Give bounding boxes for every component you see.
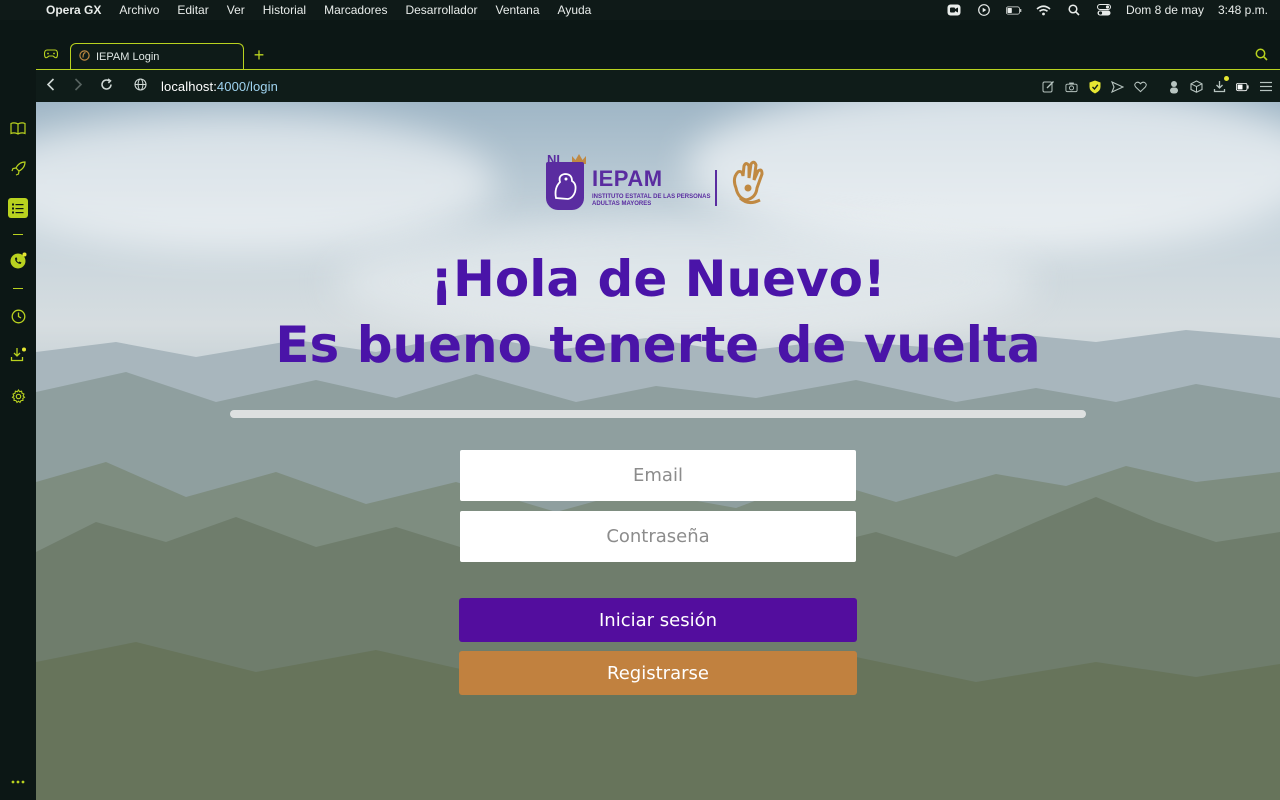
new-tab-button[interactable]: +: [250, 46, 268, 64]
battery-saver-icon[interactable]: [1236, 80, 1249, 93]
control-center-icon[interactable]: [1096, 4, 1112, 16]
edit-page-icon[interactable]: [1042, 80, 1055, 93]
sidebar-rocket-icon[interactable]: [9, 159, 27, 177]
login-button[interactable]: Iniciar sesión: [459, 598, 857, 642]
url-host: localhost:: [161, 78, 217, 94]
extensions-cube-icon[interactable]: [1190, 80, 1203, 93]
sidebar-more-icon[interactable]: [9, 773, 27, 791]
greeting-subtitle: Es bueno tenerte de vuelta: [275, 316, 1041, 374]
menu-editar[interactable]: Editar: [177, 3, 208, 17]
menu-ventana[interactable]: Ventana: [495, 3, 539, 17]
battery-icon[interactable]: [1005, 4, 1022, 16]
sidebar-downloads-icon[interactable]: [9, 345, 27, 363]
address-bar-row: localhost:4000/login: [36, 69, 1280, 102]
tab-title: IEPAM Login: [96, 51, 160, 63]
menu-ver[interactable]: Ver: [227, 3, 245, 17]
tab-iepam-login[interactable]: IEPAM Login: [70, 43, 244, 70]
send-icon[interactable]: [1111, 80, 1124, 93]
play-status-icon[interactable]: [976, 4, 992, 16]
easy-setup-menu-icon[interactable]: [1259, 80, 1272, 93]
register-button[interactable]: Registrarse: [459, 651, 857, 695]
menu-date[interactable]: Dom 8 de may: [1126, 3, 1204, 17]
greeting-title: ¡Hola de Nuevo!: [430, 250, 886, 308]
email-input[interactable]: [460, 450, 856, 501]
sidebar-divider: [13, 234, 23, 235]
menu-marcadores[interactable]: Marcadores: [324, 3, 387, 17]
menu-archivo[interactable]: Archivo: [119, 3, 159, 17]
menu-desarrollador[interactable]: Desarrollador: [405, 3, 477, 17]
logo-separator: [715, 170, 717, 206]
menu-ayuda[interactable]: Ayuda: [558, 3, 592, 17]
login-page: NL IEPAM INSTITUTO ESTATAL DE LAS PERSON…: [36, 102, 1280, 800]
opera-sidebar: [0, 42, 36, 800]
back-button[interactable]: [36, 78, 64, 94]
logo-title: IEPAM: [592, 166, 663, 191]
decorative-divider-bar: [230, 410, 1086, 418]
wifi-icon[interactable]: [1036, 4, 1052, 16]
vpn-shield-icon[interactable]: [1088, 80, 1101, 93]
tab-search-icon[interactable]: [1255, 48, 1268, 64]
macos-menu-bar: Opera GX Archivo Editar Ver Historial Ma…: [0, 0, 1280, 20]
logo-hand-icon: [732, 160, 764, 205]
forward-button[interactable]: [64, 78, 92, 94]
iepam-logo: NL IEPAM INSTITUTO ESTATAL DE LAS PERSON…: [546, 152, 772, 214]
url-field[interactable]: localhost:4000/login: [161, 79, 278, 94]
url-path: 4000/login: [216, 78, 278, 94]
menu-time[interactable]: 3:48 p.m.: [1218, 3, 1268, 17]
sidebar-reader-book-icon[interactable]: [9, 119, 27, 137]
favorite-heart-icon[interactable]: [1134, 80, 1147, 93]
menu-historial[interactable]: Historial: [263, 3, 306, 17]
gx-control-icon[interactable]: [43, 48, 59, 62]
downloads-icon[interactable]: [1213, 76, 1229, 93]
sidebar-history-clock-icon[interactable]: [9, 307, 27, 325]
logo-subtitle: INSTITUTO ESTATAL DE LAS PERSONAS ADULTA…: [592, 194, 711, 207]
camera-status-icon[interactable]: [946, 4, 962, 16]
snapshot-camera-icon[interactable]: [1065, 80, 1078, 93]
tab-favicon-icon: [79, 50, 90, 64]
sidebar-whatsapp-icon[interactable]: [9, 252, 27, 270]
sidebar-settings-gear-icon[interactable]: [9, 387, 27, 405]
site-info-globe-icon[interactable]: [134, 78, 147, 94]
menu-app-name[interactable]: Opera GX: [46, 3, 101, 17]
sidebar-divider: [13, 288, 23, 289]
logo-shield-lion: [546, 162, 584, 210]
sidebar-notes-icon[interactable]: [8, 198, 28, 218]
reload-button[interactable]: [92, 78, 120, 94]
profile-avatar-icon[interactable]: [1167, 80, 1180, 93]
spotlight-search-icon[interactable]: [1066, 4, 1082, 16]
password-input[interactable]: [460, 511, 856, 562]
downloads-badge-dot: [1224, 76, 1229, 81]
